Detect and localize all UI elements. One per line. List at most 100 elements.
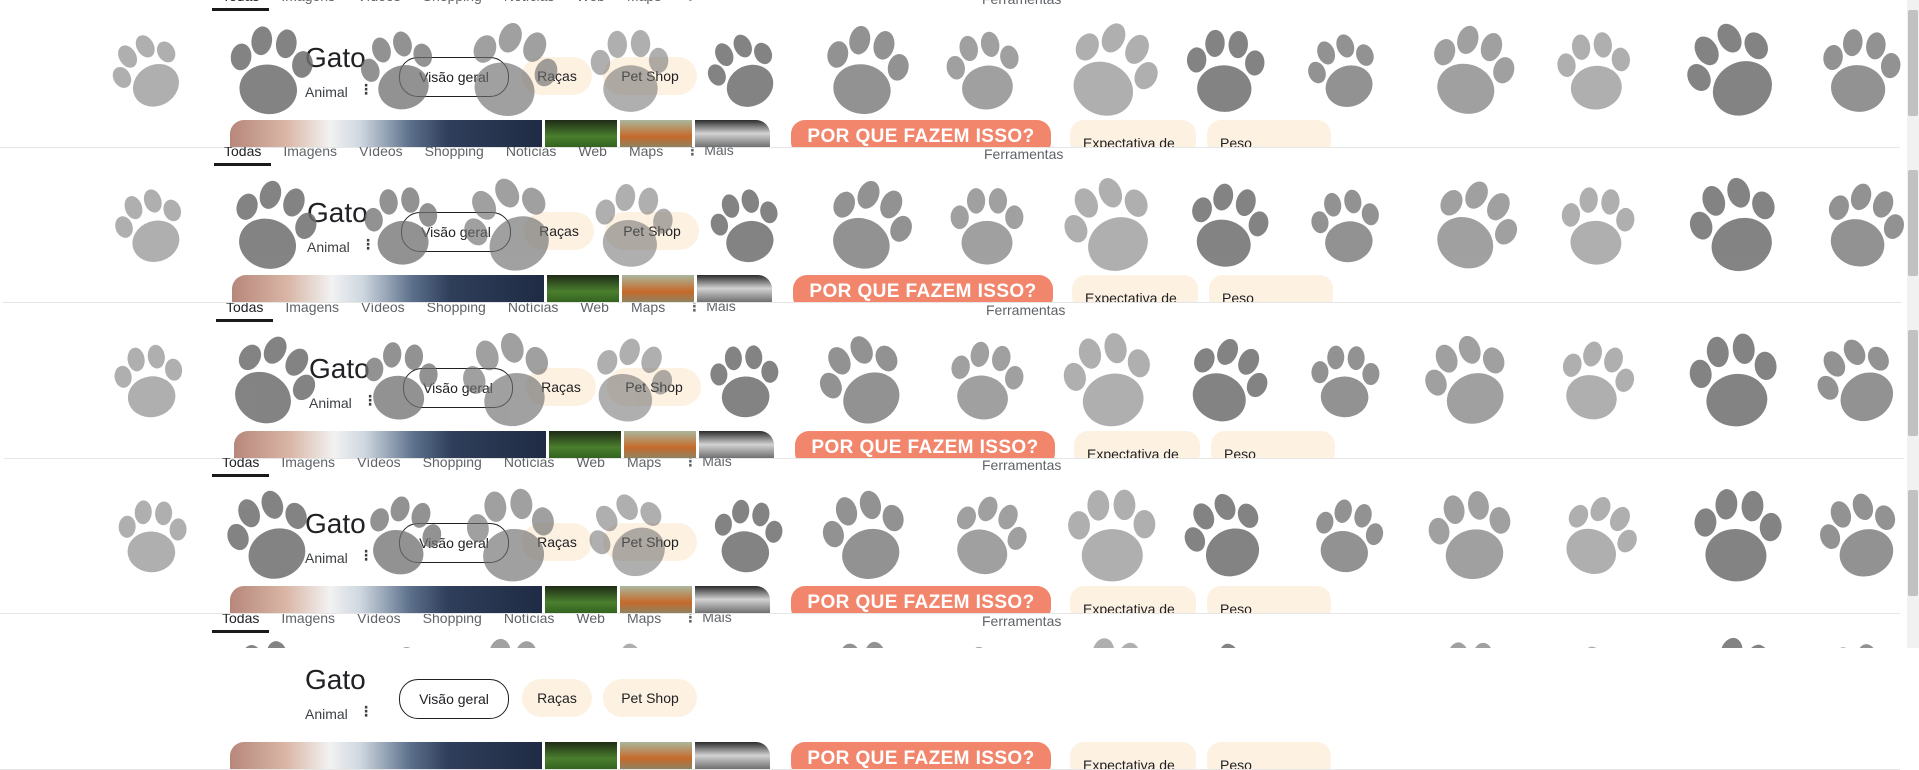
info-card-expectativa[interactable]: Expectativa de — [1070, 120, 1196, 148]
chip-visao-geral[interactable]: Visão geral — [401, 212, 511, 252]
tab-mais[interactable]: ⋮Mais — [683, 458, 732, 477]
tools-button[interactable]: Ferramentas — [982, 614, 1061, 629]
result-image[interactable] — [624, 431, 696, 459]
tab-imagens[interactable]: Imagens — [281, 614, 335, 633]
result-image[interactable] — [230, 120, 542, 148]
promo-banner[interactable]: POR QUE FAZEM ISSO? — [791, 120, 1051, 148]
result-image[interactable] — [232, 275, 544, 303]
tab-todas[interactable]: Todas — [224, 147, 261, 166]
scrollbar-thumb[interactable] — [1908, 10, 1918, 116]
result-image[interactable] — [620, 742, 692, 770]
tab-todas[interactable]: Todas — [222, 614, 259, 633]
promo-banner[interactable]: POR QUE FAZEM ISSO? — [791, 742, 1051, 770]
chip-pet-shop[interactable]: Pet Shop — [605, 212, 699, 250]
info-card-peso[interactable]: Peso — [1209, 275, 1333, 303]
info-card-expectativa[interactable]: Expectativa de — [1070, 586, 1196, 614]
result-image[interactable] — [695, 586, 770, 614]
tab-maps[interactable]: Maps — [629, 147, 663, 166]
result-image[interactable] — [622, 275, 694, 303]
tab-shopping[interactable]: Shopping — [423, 0, 482, 11]
info-card-peso[interactable]: Peso — [1211, 431, 1335, 459]
info-card-expectativa[interactable]: Expectativa de — [1070, 742, 1196, 770]
tab-todas[interactable]: Todas — [226, 303, 263, 322]
tab-noticias[interactable]: Notícias — [504, 458, 555, 477]
scrollbar[interactable] — [1907, 0, 1919, 648]
chip-racas[interactable]: Raças — [524, 212, 594, 250]
tab-mais[interactable]: ⋮Mais — [683, 614, 732, 633]
tab-web[interactable]: Web — [576, 614, 605, 633]
tab-shopping[interactable]: Shopping — [423, 614, 482, 633]
result-image[interactable] — [620, 586, 692, 614]
tab-web[interactable]: Web — [580, 303, 609, 322]
chip-visao-geral[interactable]: Visão geral — [399, 523, 509, 563]
tab-imagens[interactable]: Imagens — [285, 303, 339, 322]
result-image[interactable] — [230, 742, 542, 770]
tab-imagens[interactable]: Imagens — [281, 0, 335, 11]
promo-banner[interactable]: POR QUE FAZEM ISSO? — [795, 431, 1055, 459]
tab-maps[interactable]: Maps — [627, 458, 661, 477]
chip-visao-geral[interactable]: Visão geral — [399, 57, 509, 97]
tab-shopping[interactable]: Shopping — [427, 303, 486, 322]
tab-videos[interactable]: Vídeos — [357, 614, 401, 633]
result-image[interactable] — [234, 431, 546, 459]
promo-banner[interactable]: POR QUE FAZEM ISSO? — [793, 275, 1053, 303]
chip-pet-shop[interactable]: Pet Shop — [603, 679, 697, 717]
scrollbar-thumb[interactable] — [1908, 170, 1918, 276]
tab-maps[interactable]: Maps — [627, 0, 661, 11]
tab-imagens[interactable]: Imagens — [283, 147, 337, 166]
tab-maps[interactable]: Maps — [627, 614, 661, 633]
info-card-peso[interactable]: Peso — [1207, 742, 1331, 770]
entity-menu-icon[interactable]: ⋮ — [359, 703, 373, 720]
chip-racas[interactable]: Raças — [522, 679, 592, 717]
result-image[interactable] — [699, 431, 774, 459]
tab-todas[interactable]: Todas — [222, 458, 259, 477]
entity-menu-icon[interactable]: ⋮ — [363, 392, 377, 409]
result-image[interactable] — [545, 742, 617, 770]
entity-menu-icon[interactable]: ⋮ — [359, 547, 373, 564]
chip-pet-shop[interactable]: Pet Shop — [607, 368, 701, 406]
result-image[interactable] — [547, 275, 619, 303]
scrollbar-thumb[interactable] — [1908, 330, 1918, 436]
result-image[interactable] — [697, 275, 772, 303]
result-image[interactable] — [545, 586, 617, 614]
chip-visao-geral[interactable]: Visão geral — [399, 679, 509, 719]
info-card-peso[interactable]: Peso — [1207, 586, 1331, 614]
chip-racas[interactable]: Raças — [522, 57, 592, 95]
chip-racas[interactable]: Raças — [522, 523, 592, 561]
tools-button[interactable]: Ferramentas — [982, 0, 1061, 7]
entity-menu-icon[interactable]: ⋮ — [359, 81, 373, 98]
result-image[interactable] — [620, 120, 692, 148]
promo-banner[interactable]: POR QUE FAZEM ISSO? — [791, 586, 1051, 614]
tools-button[interactable]: Ferramentas — [982, 458, 1061, 473]
tab-maps[interactable]: Maps — [631, 303, 665, 322]
entity-menu-icon[interactable]: ⋮ — [361, 236, 375, 253]
tools-button[interactable]: Ferramentas — [986, 303, 1065, 318]
tab-videos[interactable]: Vídeos — [361, 303, 405, 322]
tab-web[interactable]: Web — [576, 0, 605, 11]
tab-web[interactable]: Web — [576, 458, 605, 477]
tab-web[interactable]: Web — [578, 147, 607, 166]
chip-visao-geral[interactable]: Visão geral — [403, 368, 513, 408]
result-image[interactable] — [545, 120, 617, 148]
tab-videos[interactable]: Vídeos — [357, 0, 401, 11]
chip-pet-shop[interactable]: Pet Shop — [603, 523, 697, 561]
tab-mais[interactable]: ⋮Mais — [685, 147, 734, 166]
tab-shopping[interactable]: Shopping — [423, 458, 482, 477]
tab-imagens[interactable]: Imagens — [281, 458, 335, 477]
tab-noticias[interactable]: Notícias — [504, 0, 555, 11]
result-image[interactable] — [695, 742, 770, 770]
tab-noticias[interactable]: Notícias — [504, 614, 555, 633]
scrollbar-thumb[interactable] — [1908, 490, 1918, 596]
info-card-expectativa[interactable]: Expectativa de — [1074, 431, 1200, 459]
tab-mais[interactable]: ⋮Mais — [687, 303, 736, 322]
chip-racas[interactable]: Raças — [526, 368, 596, 406]
tools-button[interactable]: Ferramentas — [984, 147, 1063, 162]
result-image[interactable] — [695, 120, 770, 148]
tab-shopping[interactable]: Shopping — [425, 147, 484, 166]
result-image[interactable] — [230, 586, 542, 614]
tab-videos[interactable]: Vídeos — [359, 147, 403, 166]
tab-videos[interactable]: Vídeos — [357, 458, 401, 477]
tab-todas[interactable]: Todas — [222, 0, 259, 11]
tab-mais[interactable]: ⋮Mais — [683, 0, 732, 11]
info-card-peso[interactable]: Peso — [1207, 120, 1331, 148]
